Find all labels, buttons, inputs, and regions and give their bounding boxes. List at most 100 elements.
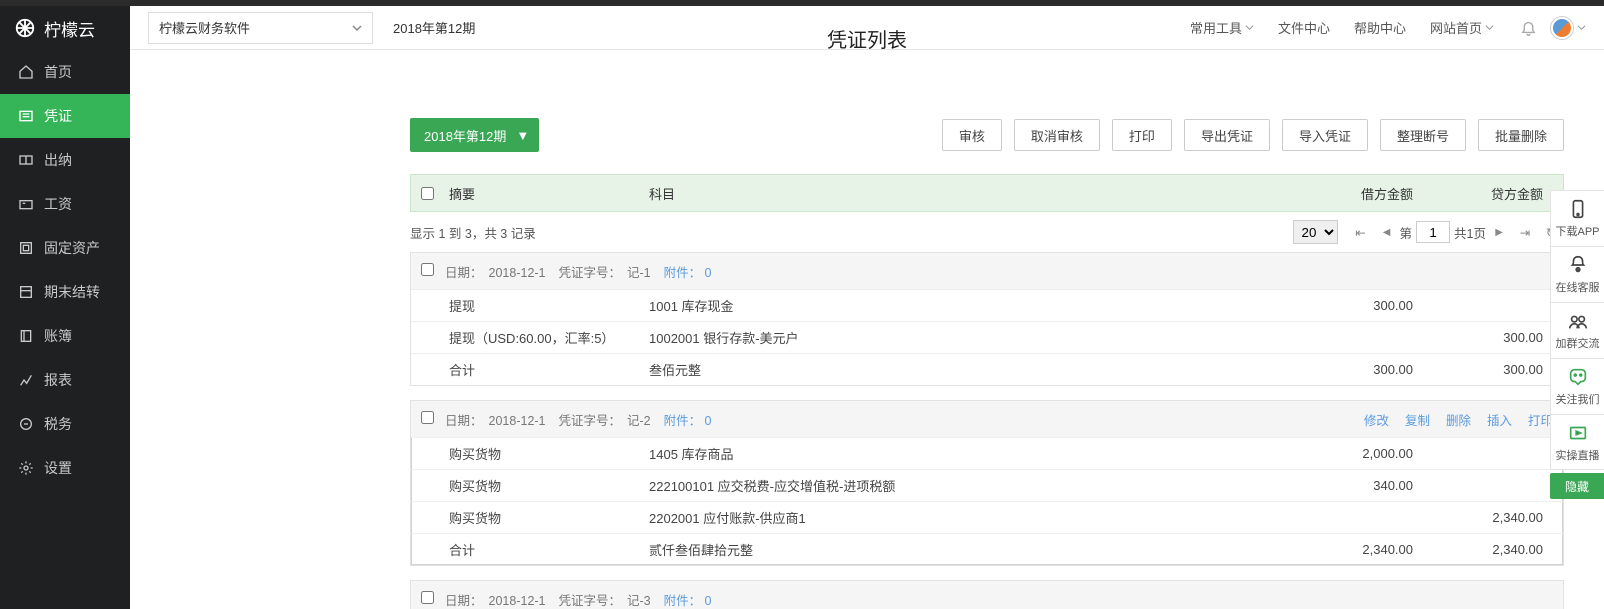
period-dropdown[interactable]: 2018年第12期 ▼ [410, 118, 539, 152]
header-help[interactable]: 帮助中心 [1354, 18, 1406, 37]
float-panel: 下载APP 在线客服加群交流关注我们实操直播 隐藏 [1550, 190, 1604, 499]
row-summary: 合计 [445, 360, 649, 379]
batch-delete-button[interactable]: 批量删除 [1478, 119, 1564, 151]
voucher-attachment[interactable]: 附件： 0 [664, 266, 712, 280]
col-credit: 贷方金额 [1413, 184, 1553, 203]
voucher-copy[interactable]: 复制 [1405, 410, 1430, 429]
float-label: 在线客服 [1556, 279, 1600, 295]
voucher-checkbox[interactable] [421, 591, 434, 604]
pager-info: 显示 1 到 3，共 3 记录 [410, 223, 536, 242]
nav-settings[interactable]: 设置 [0, 446, 130, 490]
sidebar: 柠檬云 首页凭证出纳工资固定资产期末结转账簿报表税务设置 [0, 0, 130, 609]
header-tools-label: 常用工具 [1190, 18, 1242, 37]
nav-ledger[interactable]: 账簿 [0, 314, 130, 358]
header-files[interactable]: 文件中心 [1278, 18, 1330, 37]
header-tools[interactable]: 常用工具 [1190, 18, 1254, 37]
company-select[interactable]: 柠檬云财务软件 [148, 12, 373, 44]
voucher-attachment[interactable]: 附件： 0 [664, 414, 712, 428]
avatar [1551, 17, 1573, 39]
voucher-edit[interactable]: 修改 [1364, 410, 1389, 429]
float-hide-button[interactable]: 隐藏 [1550, 473, 1604, 499]
closing-icon [18, 284, 34, 300]
page-input[interactable] [1416, 221, 1450, 243]
nav-label: 首页 [44, 62, 72, 82]
page-size-select[interactable]: 20 [1293, 220, 1338, 244]
nav-home[interactable]: 首页 [0, 50, 130, 94]
row-summary: 购买货物 [445, 508, 649, 527]
nav-tax[interactable]: 税务 [0, 402, 130, 446]
next-page-button[interactable]: ► [1488, 221, 1510, 243]
chevron-down-icon [1245, 23, 1254, 32]
float-icon [1567, 310, 1589, 332]
voucher-attachment[interactable]: 附件： 0 [664, 594, 712, 608]
chevron-down-icon [352, 23, 362, 33]
nav-cashier[interactable]: 出纳 [0, 138, 130, 182]
audit-button[interactable]: 审核 [942, 119, 1002, 151]
voucher-insert[interactable]: 插入 [1487, 410, 1512, 429]
main-area: 柠檬云财务软件 2018年第12期 常用工具 文件中心 帮助中心 网站首页 凭证… [130, 0, 1604, 609]
voucher-row: 合计叁佰元整300.00300.00 [411, 353, 1563, 385]
last-page-button[interactable]: ⇥ [1514, 221, 1536, 243]
cashier-icon [18, 152, 34, 168]
nav-label: 账簿 [44, 326, 72, 346]
ledger-icon [18, 328, 34, 344]
voucher-row: 合计贰仟叁佰肆拾元整2,340.002,340.00 [411, 533, 1563, 565]
col-summary: 摘要 [445, 184, 649, 203]
float-item-0[interactable]: 下载APP [1550, 190, 1604, 246]
nav-closing[interactable]: 期末结转 [0, 270, 130, 314]
nav-label: 凭证 [44, 106, 72, 126]
row-summary: 购买货物 [445, 476, 649, 495]
voucher-delete[interactable]: 删除 [1446, 410, 1471, 429]
row-credit: 2,340.00 [1413, 542, 1553, 557]
row-subject: 1002001 银行存款-美元户 [649, 328, 1273, 347]
float-item-4[interactable]: 实操直播 [1550, 414, 1604, 470]
settings-icon [18, 460, 34, 476]
voucher-block: 日期：2018-12-1 凭证字号：记-1 附件： 0提现1001 库存现金30… [410, 252, 1564, 386]
lemon-icon [14, 17, 36, 39]
import-button[interactable]: 导入凭证 [1282, 119, 1368, 151]
float-item-3[interactable]: 关注我们 [1550, 358, 1604, 414]
row-subject: 222100101 应交税费-应交增值税-进项税额 [649, 476, 1273, 495]
nav-label: 工资 [44, 194, 72, 214]
user-menu[interactable] [1551, 17, 1586, 39]
nav-voucher[interactable]: 凭证 [0, 94, 130, 138]
renumber-button[interactable]: 整理断号 [1380, 119, 1466, 151]
voucher-checkbox[interactable] [421, 263, 434, 276]
voucher-header: 日期：2018-12-1 凭证字号：记-1 附件： 0 [411, 253, 1563, 289]
nav-label: 设置 [44, 458, 72, 478]
row-subject: 叁佰元整 [649, 360, 1273, 379]
unaudit-button[interactable]: 取消审核 [1014, 119, 1100, 151]
row-debit: 300.00 [1273, 298, 1413, 313]
page-prefix: 第 [1400, 223, 1413, 242]
tax-icon [18, 416, 34, 432]
bell-icon[interactable] [1520, 19, 1537, 36]
nav-report[interactable]: 报表 [0, 358, 130, 402]
export-button[interactable]: 导出凭证 [1184, 119, 1270, 151]
brand-logo[interactable]: 柠檬云 [0, 6, 130, 50]
select-all-checkbox[interactable] [421, 187, 434, 200]
toolbar: 2018年第12期 ▼ 审核 取消审核 打印 导出凭证 导入凭证 整理断号 批量… [410, 118, 1564, 152]
table-header: 摘要 科目 借方金额 贷方金额 [410, 174, 1564, 212]
header-files-label: 文件中心 [1278, 18, 1330, 37]
float-icon [1567, 366, 1589, 388]
header-help-label: 帮助中心 [1354, 18, 1406, 37]
nav-assets[interactable]: 固定资产 [0, 226, 130, 270]
row-subject: 贰仟叁佰肆拾元整 [649, 540, 1273, 559]
voucher-checkbox[interactable] [421, 411, 434, 424]
header-site[interactable]: 网站首页 [1430, 18, 1494, 37]
float-item-2[interactable]: 加群交流 [1550, 302, 1604, 358]
row-debit: 340.00 [1273, 478, 1413, 493]
row-subject: 2202001 应付账款-供应商1 [649, 508, 1273, 527]
voucher-row: 提现1001 库存现金300.00 [411, 289, 1563, 321]
voucher-row: 提现（USD:60.00，汇率:5）1002001 银行存款-美元户300.00 [411, 321, 1563, 353]
row-credit: 300.00 [1413, 362, 1553, 377]
float-item-1[interactable]: 在线客服 [1550, 246, 1604, 302]
company-name: 柠檬云财务软件 [159, 18, 250, 37]
first-page-button[interactable]: ⇤ [1350, 221, 1372, 243]
row-subject: 1001 库存现金 [649, 296, 1273, 315]
print-button[interactable]: 打印 [1112, 119, 1172, 151]
nav-salary[interactable]: 工资 [0, 182, 130, 226]
voucher-row: 购买货物222100101 应交税费-应交增值税-进项税额340.00 [411, 469, 1563, 501]
prev-page-button[interactable]: ◄ [1376, 221, 1398, 243]
pager: 显示 1 到 3，共 3 记录 20 ⇤ ◄ 第 共1页 ► ⇥ ↻ [410, 212, 1564, 252]
